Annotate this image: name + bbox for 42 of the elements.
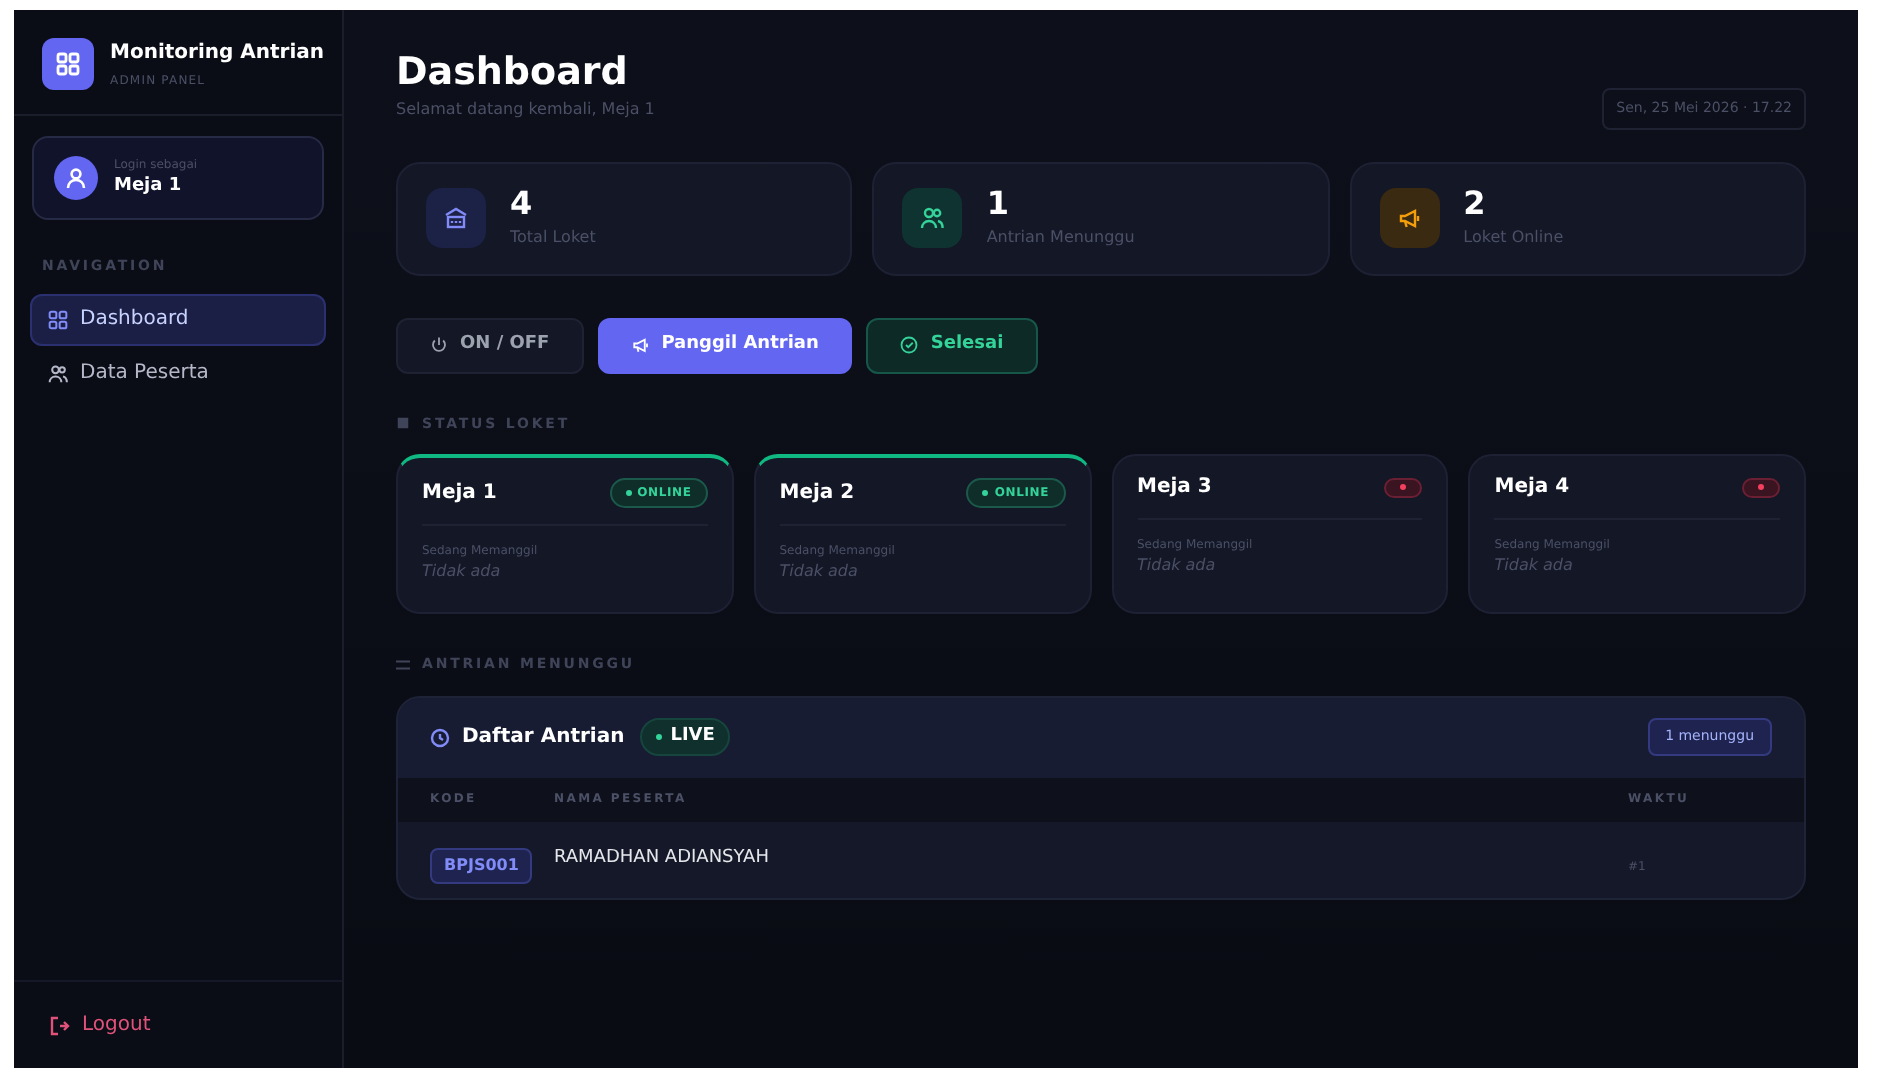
page-subtitle: Selamat datang kembali, Meja 1: [396, 97, 655, 122]
nav-item[interactable]: Data Peserta: [30, 347, 326, 399]
table-cell-text: RAMADHAN ADIANSYAH: [554, 845, 771, 872]
counter-name: Meja 2: [779, 480, 855, 508]
user-avatar-icon: [54, 156, 98, 200]
live-badge: LIVE: [640, 717, 731, 757]
logo-icon: [42, 38, 94, 90]
counter-name: Meja 4: [1494, 474, 1570, 502]
power-icon: [430, 336, 448, 354]
grid-icon: [48, 309, 68, 329]
page-title: Dashboard: [396, 50, 630, 98]
logout-link[interactable]: Logout: [50, 1010, 151, 1040]
stat-value: 1: [986, 187, 1011, 219]
list-icon: [396, 657, 410, 672]
people-icon: [920, 206, 945, 230]
megaphone-icon: [631, 336, 650, 354]
user-name: Meja 1: [114, 173, 184, 200]
counter-value: Tidak ada: [779, 560, 860, 584]
check-circle-icon: [900, 336, 919, 354]
power-button[interactable]: ON / OFF: [396, 317, 584, 373]
stat-label: Loket Online: [1463, 225, 1564, 249]
done-button[interactable]: Selesai: [866, 317, 1038, 373]
counter-value: Tidak ada: [1137, 554, 1218, 578]
clock-icon: [430, 727, 450, 747]
counter-value: Tidak ada: [1494, 554, 1575, 578]
megaphone-icon: [1397, 206, 1422, 230]
nav-item[interactable]: Dashboard: [30, 293, 326, 345]
logout-icon: [50, 1015, 70, 1035]
app-title: Monitoring Antrian: [110, 40, 325, 68]
stat-label: Antrian Menunggu: [986, 225, 1135, 249]
offline-indicator: [1742, 477, 1780, 497]
counter-name: Meja 3: [1137, 474, 1212, 502]
stat-label: Total Loket: [510, 225, 596, 249]
stat-value: 2: [1463, 187, 1488, 219]
counter-value: Tidak ada: [422, 560, 503, 584]
queue-title: Daftar Antrian: [462, 724, 625, 752]
queue-code-badge: BPJS001: [430, 847, 533, 883]
counter-name: Meja 1: [422, 480, 497, 508]
stat-value: 4: [510, 187, 535, 219]
offline-indicator: [1384, 477, 1423, 497]
people-icon: [48, 363, 68, 383]
call-queue-button[interactable]: Panggil Antrian: [597, 317, 853, 373]
